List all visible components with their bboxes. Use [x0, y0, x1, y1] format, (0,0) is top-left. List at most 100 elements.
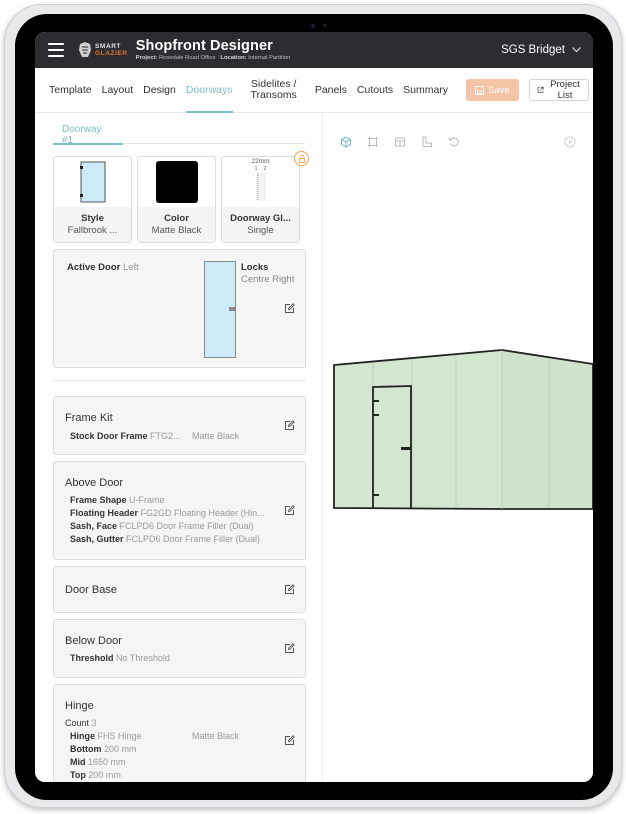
- hinge-bottom-value: 200 mm: [104, 744, 137, 754]
- hamburger-icon[interactable]: [48, 43, 64, 57]
- below-door-title: Below Door: [65, 635, 122, 647]
- logo-text-glazier: GLAZIER: [95, 50, 128, 57]
- door-base-title: Door Base: [65, 584, 117, 596]
- tablet-bezel: SMART GLAZIER Shopfront Designer Project…: [15, 14, 613, 800]
- lion-logo-icon: [79, 42, 91, 57]
- floating-header-label: Floating Header: [70, 508, 139, 518]
- user-menu[interactable]: SGS Bridget: [501, 44, 581, 56]
- hinge-count-label: Count: [65, 718, 90, 728]
- tab-sidelites-line2: Transoms: [250, 89, 297, 101]
- door-style-icon: [79, 161, 105, 203]
- active-door-card: Active Door Left Locks Centre Right: [53, 249, 306, 368]
- edit-door-base-icon[interactable]: [284, 584, 295, 595]
- logo-text-smart: SMART: [95, 43, 122, 50]
- tab-cutouts[interactable]: Cutouts: [357, 68, 393, 113]
- app-title: Shopfront Designer: [135, 38, 273, 54]
- location-name: Internal Partition: [248, 55, 291, 61]
- frame-kit-card: Frame Kit Stock Door Frame FTG2... Matte…: [53, 396, 306, 455]
- style-title: Style: [81, 212, 104, 224]
- doorway-option-cards: Style Fallbrook ... Color Matte Black 22…: [53, 151, 322, 243]
- door-base-card: Door Base: [53, 566, 306, 613]
- save-icon: [475, 85, 485, 95]
- threshold-label: Threshold: [70, 653, 114, 663]
- frame-kit-title: Frame Kit: [65, 412, 113, 424]
- hinge-type-label: Hinge: [70, 731, 96, 741]
- hinge-bottom-label: Bottom: [70, 744, 102, 754]
- style-option-card[interactable]: Style Fallbrook ...: [53, 156, 132, 243]
- main-nav: Template Layout Design Doorways Sidelite…: [35, 68, 593, 113]
- sensor-icon: [323, 24, 326, 27]
- save-label: Save: [488, 84, 510, 96]
- floating-header-value: FG2GD Floating Header (Hin...: [140, 508, 265, 518]
- project-list-label: Project List: [550, 79, 580, 101]
- project-list-button[interactable]: Project List: [528, 79, 590, 101]
- front-wall: [334, 350, 502, 509]
- sash-face-label: Sash, Face: [70, 521, 118, 531]
- doorway-glass-option-card[interactable]: 22mm 1 2 Doorway Gl... Single: [221, 156, 300, 243]
- project-name: Rosedale Road Office: [158, 55, 216, 61]
- hinge-type-row: Hinge FHS Hinge Matte Black: [65, 730, 294, 743]
- edit-frame-kit-icon[interactable]: [284, 420, 295, 431]
- content-area: Doorway #1 Style Fallbrook ... Color Mat…: [35, 114, 593, 782]
- smart-glazier-logo: SMART GLAZIER: [78, 42, 128, 58]
- hinge-type-value: FHS Hinge: [97, 731, 142, 741]
- save-button[interactable]: Save: [466, 79, 519, 101]
- hinge-count-value: 3: [91, 718, 97, 728]
- edit-hinge-icon[interactable]: [284, 735, 295, 746]
- locks-value: Centre Right: [241, 274, 295, 285]
- active-door-info: Active Door Left: [67, 262, 139, 273]
- sash-gutter-row: Sash, Gutter FCLPD6 Door Frame Filler (D…: [65, 533, 294, 546]
- lock-handle-icon: [229, 307, 236, 311]
- doorway-glass-title: Doorway Gl...: [230, 212, 291, 224]
- chevron-down-icon: [572, 47, 581, 53]
- sash-face-row: Sash, Face FCLPD6 Door Frame Filler (Dua…: [65, 520, 294, 533]
- section-divider: [53, 380, 306, 381]
- stock-door-frame-color: Matte Black: [192, 431, 240, 441]
- tab-panels[interactable]: Panels: [315, 68, 347, 113]
- color-swatch: [155, 161, 198, 203]
- sash-gutter-value: FCLPD6 Door Frame Filler (Dual): [126, 534, 261, 544]
- hinge-title: Hinge: [65, 700, 94, 712]
- floating-header-row: Floating Header FG2GD Floating Header (H…: [65, 507, 294, 520]
- color-value: Matte Black: [151, 224, 202, 236]
- edit-locks-icon[interactable]: [284, 303, 295, 314]
- app-header: SMART GLAZIER Shopfront Designer Project…: [35, 32, 593, 68]
- color-option-card[interactable]: Color Matte Black: [137, 156, 216, 243]
- frame-kit-row: Stock Door Frame FTG2... Matte Black: [65, 430, 294, 443]
- tab-layout[interactable]: Layout: [102, 68, 134, 113]
- hinge-top-value: 200 mm: [88, 770, 121, 780]
- doorway-glass-value: Single: [247, 224, 274, 236]
- door-lock-preview: [204, 261, 236, 358]
- glass-label-1: 1: [254, 166, 258, 172]
- frame-shape-row: Frame Shape U-Frame: [65, 494, 294, 507]
- side-wall: [502, 350, 593, 509]
- lock-icon[interactable]: [294, 151, 309, 166]
- active-door-value: Left: [122, 262, 139, 273]
- tab-template[interactable]: Template: [49, 68, 92, 113]
- sash-face-value: FCLPD6 Door Frame Filler (Dual): [119, 521, 254, 531]
- project-info: Project: Rosedale Road Office Location: …: [136, 54, 291, 62]
- stock-door-frame-label: Stock Door Frame: [70, 431, 148, 441]
- hinge-bottom-row: Bottom 200 mm: [65, 743, 294, 756]
- glass-thickness: 22mm: [251, 158, 270, 165]
- hinge-color: Matte Black: [192, 731, 240, 741]
- glass-label-2: 2: [263, 166, 267, 172]
- active-door-label: Active Door: [67, 262, 121, 273]
- tab-summary[interactable]: Summary: [403, 68, 448, 113]
- camera-icon: [311, 24, 315, 28]
- hinge-card: Hinge Count 3 Hinge FHS Hinge Matte Blac…: [53, 684, 306, 782]
- glass-section-icon: [257, 173, 266, 201]
- edit-below-door-icon[interactable]: [284, 643, 295, 654]
- hinge-mid-label: Mid: [70, 757, 86, 767]
- tab-sidelites-transoms[interactable]: Sidelites / Transoms: [251, 68, 297, 113]
- frame-shape-label: Frame Shape: [70, 495, 127, 505]
- tab-design[interactable]: Design: [143, 68, 176, 113]
- 3d-viewer[interactable]: [323, 114, 593, 782]
- shopfront-3d-model[interactable]: [323, 114, 593, 782]
- sash-gutter-label: Sash, Gutter: [70, 534, 124, 544]
- threshold-row: Threshold No Threshold: [65, 652, 294, 665]
- edit-above-door-icon[interactable]: [284, 505, 295, 516]
- subtab-doorway-1[interactable]: Doorway #1: [53, 120, 123, 146]
- user-name: SGS Bridget: [501, 44, 565, 56]
- tab-doorways[interactable]: Doorways: [185, 68, 233, 113]
